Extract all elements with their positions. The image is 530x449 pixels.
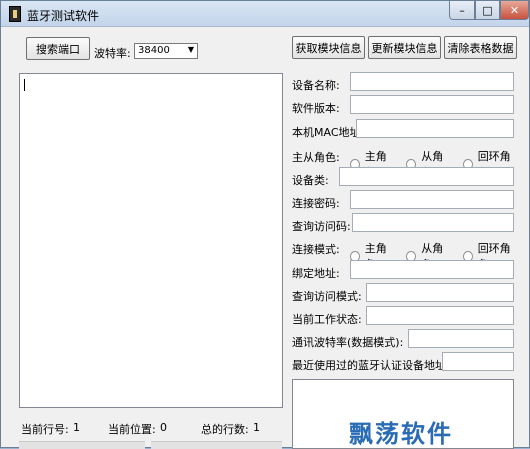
baud-rate-label: 波特率: <box>94 47 131 60</box>
pin-code-label: 连接密码: <box>292 197 340 210</box>
update-module-info-button[interactable]: 更新模块信息 <box>368 36 441 59</box>
clear-table-button[interactable]: 清除表格数据 <box>444 36 517 59</box>
inquiry-mode-field[interactable] <box>366 283 514 302</box>
last-paired-label: 最近使用过的蓝牙认证设备地址: <box>292 359 450 372</box>
get-module-info-button[interactable]: 获取模块信息 <box>292 36 365 59</box>
current-pos-value: 0 <box>160 421 167 434</box>
inquiry-code-field[interactable] <box>352 213 514 232</box>
current-pos-label: 当前位置: <box>108 423 156 436</box>
window-title: 蓝牙测试软件 <box>27 9 100 23</box>
bind-address-field[interactable] <box>350 260 514 279</box>
search-port-button[interactable]: 搜索端口 <box>26 37 90 60</box>
pin-code-field[interactable] <box>350 190 514 209</box>
local-mac-field[interactable] <box>356 119 514 138</box>
comm-baud-field[interactable] <box>408 329 514 348</box>
log-textarea[interactable] <box>19 73 283 408</box>
device-name-label: 设备名称: <box>292 79 340 92</box>
software-version-label: 软件版本: <box>292 102 340 115</box>
baud-rate-value: 38400 <box>138 45 170 56</box>
title-bar[interactable]: 蓝牙测试软件 – □ ✕ <box>1 1 529 27</box>
device-name-field[interactable] <box>350 72 514 91</box>
total-lines-value: 1 <box>253 421 260 434</box>
maximize-button[interactable]: □ <box>475 1 500 20</box>
maximize-icon: □ <box>482 3 493 17</box>
total-lines-label: 总的行数: <box>201 423 249 436</box>
baud-rate-select[interactable]: 38400 ▼ <box>134 43 198 59</box>
software-version-field[interactable] <box>350 95 514 114</box>
app-icon <box>9 6 21 22</box>
role-label: 主从角色: <box>292 151 340 164</box>
minimize-icon: – <box>459 3 465 17</box>
text-caret <box>24 79 25 91</box>
comm-baud-label: 通讯波特率(数据模式): <box>292 336 404 349</box>
local-mac-label: 本机MAC地址: <box>292 126 365 139</box>
inquiry-mode-label: 查询访问模式: <box>292 290 362 303</box>
current-line-label: 当前行号: <box>21 423 69 436</box>
current-line-value: 1 <box>73 421 80 434</box>
bind-address-label: 绑定地址: <box>292 267 340 280</box>
work-state-label: 当前工作状态: <box>292 313 362 326</box>
minimize-button[interactable]: – <box>449 1 475 20</box>
work-state-field[interactable] <box>366 306 514 325</box>
inquiry-code-label: 查询访问码: <box>292 220 351 233</box>
last-paired-field[interactable] <box>442 352 514 371</box>
app-window: 蓝牙测试软件 – □ ✕ 搜索端口 波特率: 38400 ▼ 获取模块信息 更新… <box>0 0 530 449</box>
close-icon: ✕ <box>509 3 520 17</box>
device-class-label: 设备类: <box>292 174 329 187</box>
connect-mode-label: 连接模式: <box>292 243 340 256</box>
chevron-down-icon: ▼ <box>187 45 194 54</box>
watermark-text: 飘荡软件 <box>349 419 453 448</box>
device-class-field[interactable] <box>339 167 514 186</box>
close-button[interactable]: ✕ <box>500 1 529 20</box>
